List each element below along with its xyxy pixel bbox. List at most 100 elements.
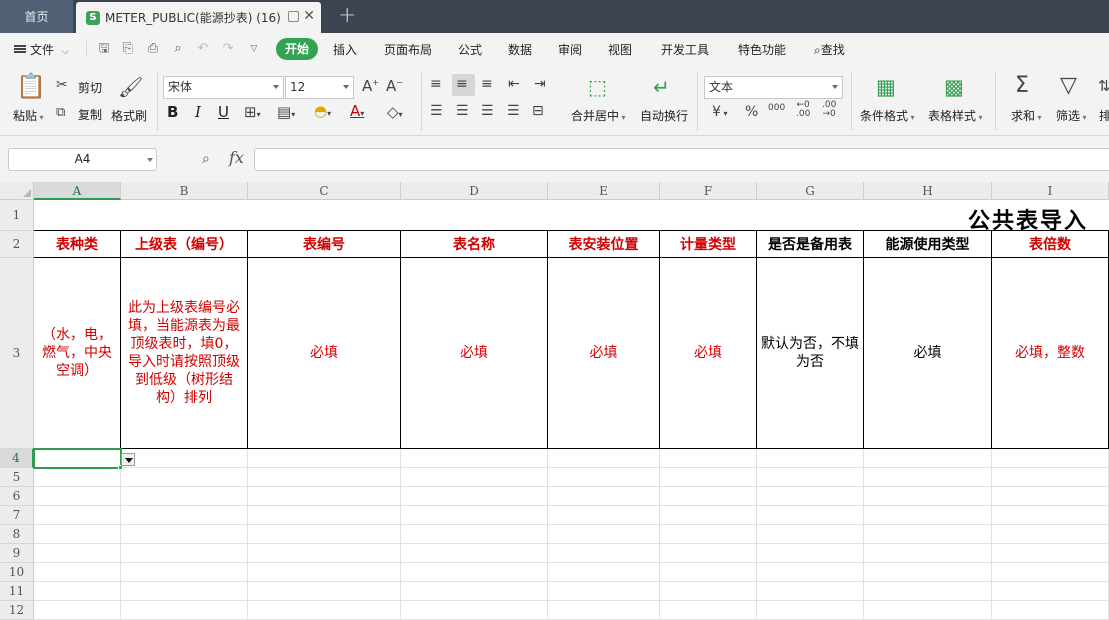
column-header-f[interactable]: F [660, 182, 757, 200]
align-middle-icon[interactable]: ≡ [456, 76, 468, 92]
grid-cell[interactable] [757, 582, 864, 601]
note-parent-meter[interactable]: 此为上级表编号必填，当能源表为最顶级表时，填0，导入时请按照顶级到低级（树形结构… [121, 258, 248, 449]
menu-developer[interactable]: 开发工具 [661, 41, 709, 58]
row-header-10[interactable]: 10 [0, 563, 34, 582]
column-header-b[interactable]: B [121, 182, 248, 200]
header-meter-type[interactable]: 表种类 [34, 231, 121, 258]
grid-cell[interactable] [121, 601, 248, 620]
grid-cell[interactable] [34, 525, 121, 544]
grid-cell[interactable] [548, 487, 660, 506]
grid-cell[interactable] [248, 506, 401, 525]
clear-format-icon[interactable]: ◇▾ [387, 103, 403, 121]
grid-cell[interactable] [401, 544, 548, 563]
grid-cell[interactable] [757, 487, 864, 506]
undo-icon[interactable]: ↶ [195, 41, 211, 57]
grid-cell[interactable] [660, 525, 757, 544]
grid-cell[interactable] [121, 449, 248, 468]
grid-cell[interactable] [864, 468, 992, 487]
header-measure-type[interactable]: 计量类型 [660, 231, 757, 258]
thousands-separator-button[interactable]: 000 [768, 103, 785, 113]
tab-home[interactable]: 首页 [0, 0, 73, 33]
grid-cell[interactable] [757, 449, 864, 468]
grid-cell[interactable] [34, 468, 121, 487]
grid-cell[interactable] [660, 601, 757, 620]
copy-button[interactable]: 复制 [78, 106, 102, 123]
grid-cell[interactable] [248, 468, 401, 487]
header-install-location[interactable]: 表安装位置 [548, 231, 660, 258]
row-header-7[interactable]: 7 [0, 506, 34, 525]
note-multiplier[interactable]: 必填，整数 [992, 258, 1109, 449]
print-preview-icon[interactable]: ⌕ [170, 41, 186, 57]
grid-cell[interactable] [864, 563, 992, 582]
grid-cell[interactable] [660, 544, 757, 563]
grid-cell[interactable] [757, 563, 864, 582]
header-is-backup[interactable]: 是否是备用表 [757, 231, 864, 258]
grid-cell[interactable] [34, 506, 121, 525]
align-center-icon[interactable]: ☰ [456, 103, 469, 119]
grid-cell[interactable] [401, 601, 548, 620]
grid-cell[interactable] [992, 468, 1109, 487]
column-header-a[interactable]: A [34, 182, 121, 200]
grid-cell[interactable] [34, 544, 121, 563]
row-header-4[interactable]: 4 [0, 449, 34, 468]
grid-cell[interactable] [757, 601, 864, 620]
grid-cell[interactable] [992, 506, 1109, 525]
grid-cell[interactable] [401, 468, 548, 487]
note-measure-type[interactable]: 必填 [660, 258, 757, 449]
grid-cell[interactable] [660, 506, 757, 525]
menu-special-features[interactable]: 特色功能 [738, 41, 786, 58]
row-header-3[interactable]: 3 [0, 258, 34, 449]
font-size-select[interactable]: 12 [285, 76, 354, 99]
grid-cell[interactable] [248, 525, 401, 544]
percent-button[interactable]: % [745, 104, 758, 120]
borders-icon[interactable]: ⊞▾ [244, 103, 261, 121]
grid-cell[interactable] [992, 601, 1109, 620]
grid-cell[interactable] [548, 449, 660, 468]
bold-button[interactable]: B [167, 103, 178, 121]
grid-cell[interactable] [401, 582, 548, 601]
grid-cell[interactable] [248, 449, 401, 468]
note-meter-name[interactable]: 必填 [401, 258, 548, 449]
grid-cell[interactable] [34, 563, 121, 582]
name-box[interactable]: A4 [8, 148, 157, 171]
grid-cell[interactable] [401, 506, 548, 525]
menu-search[interactable]: ⌕查找 [814, 41, 845, 58]
header-energy-usage-type[interactable]: 能源使用类型 [864, 231, 992, 258]
grid-cell[interactable] [757, 525, 864, 544]
grid-cell[interactable] [864, 582, 992, 601]
grid-cell[interactable] [548, 601, 660, 620]
grid-cell[interactable] [248, 563, 401, 582]
grid-cell[interactable] [121, 506, 248, 525]
formula-input[interactable] [254, 148, 1109, 171]
grid-cell[interactable] [992, 563, 1109, 582]
column-header-c[interactable]: C [248, 182, 401, 200]
grid-cell[interactable] [548, 544, 660, 563]
note-meter-type[interactable]: （水，电，燃气，中央空调） [34, 258, 121, 449]
header-multiplier[interactable]: 表倍数 [992, 231, 1109, 258]
grid-cell[interactable] [248, 544, 401, 563]
row-header-8[interactable]: 8 [0, 525, 34, 544]
column-header-d[interactable]: D [401, 182, 548, 200]
justify-icon[interactable]: ☰ [507, 103, 520, 119]
filter-button[interactable]: 筛选 ▾ [1056, 107, 1087, 124]
cut-button[interactable]: 剪切 [78, 79, 102, 96]
menu-data[interactable]: 数据 [508, 41, 532, 58]
merge-center-button[interactable]: 合并居中 ▾ [571, 107, 626, 124]
print-icon[interactable]: ⎙ [145, 41, 161, 57]
sort-button[interactable]: 排 [1099, 107, 1109, 124]
increase-font-icon[interactable]: A+ [362, 77, 379, 95]
dropdown-list-button[interactable] [121, 453, 135, 466]
grid-cell[interactable] [864, 506, 992, 525]
conditional-format-button[interactable]: 条件格式 ▾ [860, 107, 915, 124]
insert-function-icon[interactable]: fx [229, 148, 244, 167]
menu-page-layout[interactable]: 页面布局 [384, 41, 432, 58]
align-right-icon[interactable]: ☰ [481, 103, 494, 119]
row-header-2[interactable]: 2 [0, 231, 34, 258]
increase-indent-icon[interactable]: ⇥ [534, 76, 546, 92]
paste-icon[interactable]: 📋 [16, 73, 46, 99]
grid-cell[interactable] [248, 582, 401, 601]
row-header-1[interactable]: 1 [0, 200, 34, 231]
grid-cell[interactable] [757, 506, 864, 525]
grid-cell[interactable] [34, 582, 121, 601]
underline-button[interactable]: U [218, 103, 229, 121]
